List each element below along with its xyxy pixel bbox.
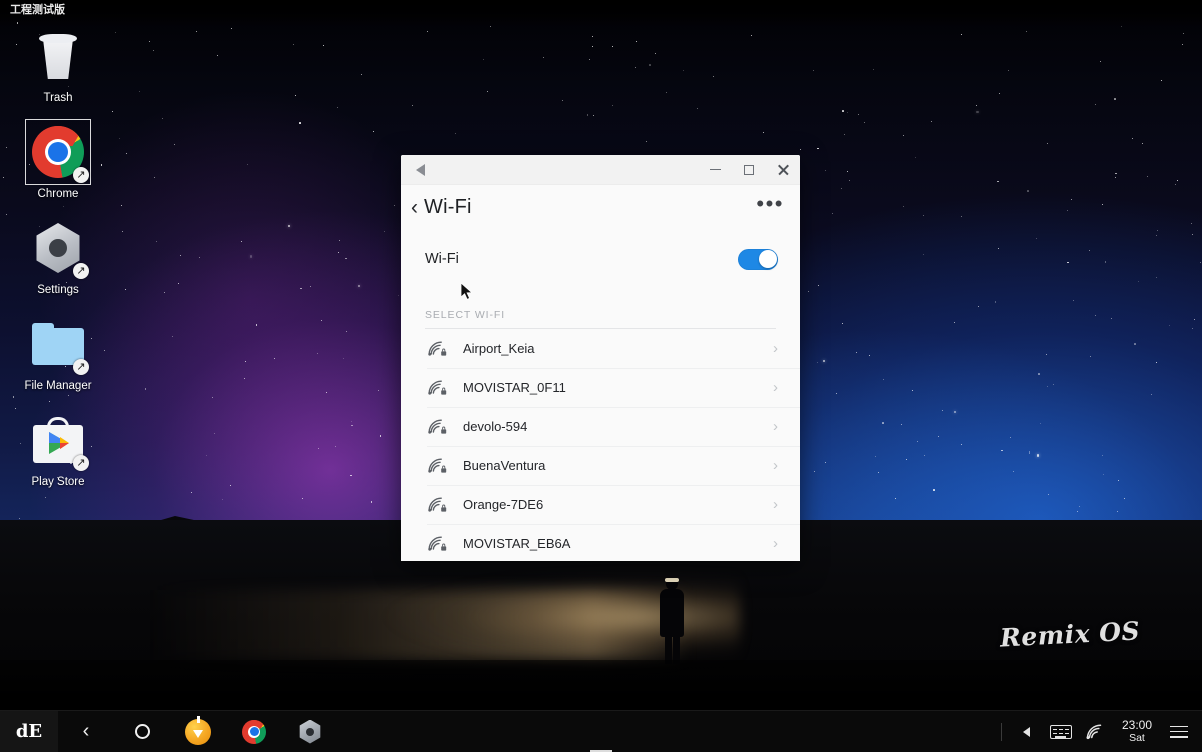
desktop-icon-label: Chrome [37, 188, 79, 200]
trash-icon [26, 24, 90, 88]
desktop-icon-grid: Trash ↗ Chrome ↗ Settings ↗ File Manager [0, 18, 116, 498]
wifi-network-name: Orange-7DE6 [463, 497, 544, 512]
desktop-icon-file-manager[interactable]: ↗ File Manager [0, 306, 116, 398]
minimize-button[interactable] [698, 155, 732, 185]
chevron-left-icon: ‹ [82, 720, 90, 742]
chevron-right-icon: › [773, 418, 778, 435]
taskbar-chrome-button[interactable] [226, 711, 282, 752]
back-triangle-icon[interactable] [405, 155, 435, 185]
remix-launcher-button[interactable]: dE [0, 710, 58, 752]
wifi-secured-icon [427, 497, 447, 513]
wifi-network-row[interactable]: BuenaVentura › [401, 446, 800, 485]
wifi-toggle-label: Wi-Fi [425, 251, 459, 267]
clock-day: Sat [1129, 732, 1145, 745]
wifi-network-name: MOVISTAR_EB6A [463, 536, 571, 551]
chevron-right-icon: › [773, 496, 778, 513]
hamburger-menu-icon [1170, 725, 1188, 738]
circle-home-icon [134, 724, 150, 739]
taskbar-back-button[interactable]: ‹ [58, 711, 114, 752]
wifi-network-name: BuenaVentura [463, 458, 546, 473]
desktop-icon-label: File Manager [24, 380, 92, 392]
maximize-button[interactable] [732, 155, 766, 185]
play-store-icon: ↗ [26, 408, 90, 472]
chrome-icon: ↗ [25, 119, 91, 185]
taskbar-home-button[interactable] [114, 711, 170, 752]
wifi-network-list: Airport_Keia › MOVISTAR_0F11 › devolo-594 › Bu… [401, 329, 800, 561]
desktop-icon-play-store[interactable]: ↗ Play Store [0, 402, 116, 494]
taskbar-downloads-button[interactable] [170, 711, 226, 752]
clock-time: 23:00 [1121, 717, 1152, 732]
tray-wifi-button[interactable] [1078, 711, 1112, 752]
desktop-icon-label: Play Store [31, 476, 85, 488]
desktop-icon-chrome[interactable]: ↗ Chrome [0, 114, 116, 206]
folder-icon: ↗ [26, 312, 90, 376]
desktop-icon-trash[interactable]: Trash [0, 18, 116, 110]
tray-menu-button[interactable] [1162, 711, 1196, 752]
desktop-icon-settings[interactable]: ↗ Settings [0, 210, 116, 302]
wallpaper-person-silhouette [659, 578, 685, 664]
shortcut-badge-icon: ↗ [73, 455, 89, 471]
build-watermark: 工程测试版 [10, 3, 65, 16]
settings-gear-icon: ↗ [26, 216, 90, 280]
wifi-network-row[interactable]: Airport_Keia › [401, 329, 800, 368]
wifi-network-row[interactable]: MOVISTAR_EB6A › [401, 524, 800, 561]
wifi-network-row[interactable]: devolo-594 › [401, 407, 800, 446]
desktop-icon-label: Trash [43, 92, 73, 104]
chevron-right-icon: › [773, 379, 778, 396]
wifi-network-row[interactable]: MOVISTAR_0F11 › [401, 368, 800, 407]
wifi-secured-icon [427, 380, 447, 396]
mouse-cursor [461, 283, 473, 300]
tray-clock[interactable]: 23:00 Sat [1112, 717, 1162, 745]
chrome-icon [242, 719, 266, 744]
wifi-network-name: Airport_Keia [463, 341, 535, 356]
app-header: ‹ Wi-Fi ••• [401, 185, 800, 229]
wifi-toggle-switch[interactable] [738, 248, 778, 270]
speaker-icon [1023, 726, 1031, 737]
tray-volume-button[interactable] [1010, 711, 1044, 752]
wifi-secured-icon [427, 419, 447, 435]
settings-gear-icon [298, 719, 322, 744]
window-titlebar[interactable] [401, 155, 800, 185]
taskbar: dE ‹ 23:00 Sat [0, 710, 1202, 752]
screen: Remix OS 工程测试版 Trash ↗ Chrome ↗ Settings [0, 0, 1202, 752]
shortcut-badge-icon: ↗ [73, 359, 89, 375]
tray-keyboard-button[interactable] [1044, 711, 1078, 752]
taskbar-settings-button[interactable] [282, 711, 612, 752]
wallpaper-top-fade [0, 0, 1202, 26]
chevron-right-icon: › [773, 535, 778, 552]
wifi-secured-icon [427, 341, 447, 357]
wifi-secured-icon [427, 458, 447, 474]
shortcut-badge-icon: ↗ [73, 167, 89, 183]
wifi-network-name: MOVISTAR_0F11 [463, 380, 566, 395]
chevron-right-icon: › [773, 457, 778, 474]
overflow-menu-icon[interactable]: ••• [756, 193, 784, 216]
wifi-network-name: devolo-594 [463, 419, 528, 434]
wifi-icon [1086, 723, 1102, 739]
taskbar-tray: 23:00 Sat [993, 711, 1202, 752]
wifi-toggle-row: Wi-Fi [401, 229, 800, 289]
shortcut-badge-icon: ↗ [73, 263, 89, 279]
wifi-network-row[interactable]: Orange-7DE6 › [401, 485, 800, 524]
back-chevron-icon[interactable]: ‹ [411, 197, 418, 218]
wifi-settings-window: ‹ Wi-Fi ••• Wi-Fi SELECT WI-FI Airport_K… [401, 155, 800, 561]
page-title: Wi-Fi [424, 195, 472, 218]
keyboard-icon [1049, 724, 1072, 739]
wifi-secured-icon [427, 536, 447, 552]
close-button[interactable] [766, 155, 800, 185]
tray-separator [1000, 722, 1002, 741]
desktop-icon-label: Settings [37, 284, 79, 296]
download-icon [185, 716, 211, 745]
chevron-right-icon: › [773, 340, 778, 357]
